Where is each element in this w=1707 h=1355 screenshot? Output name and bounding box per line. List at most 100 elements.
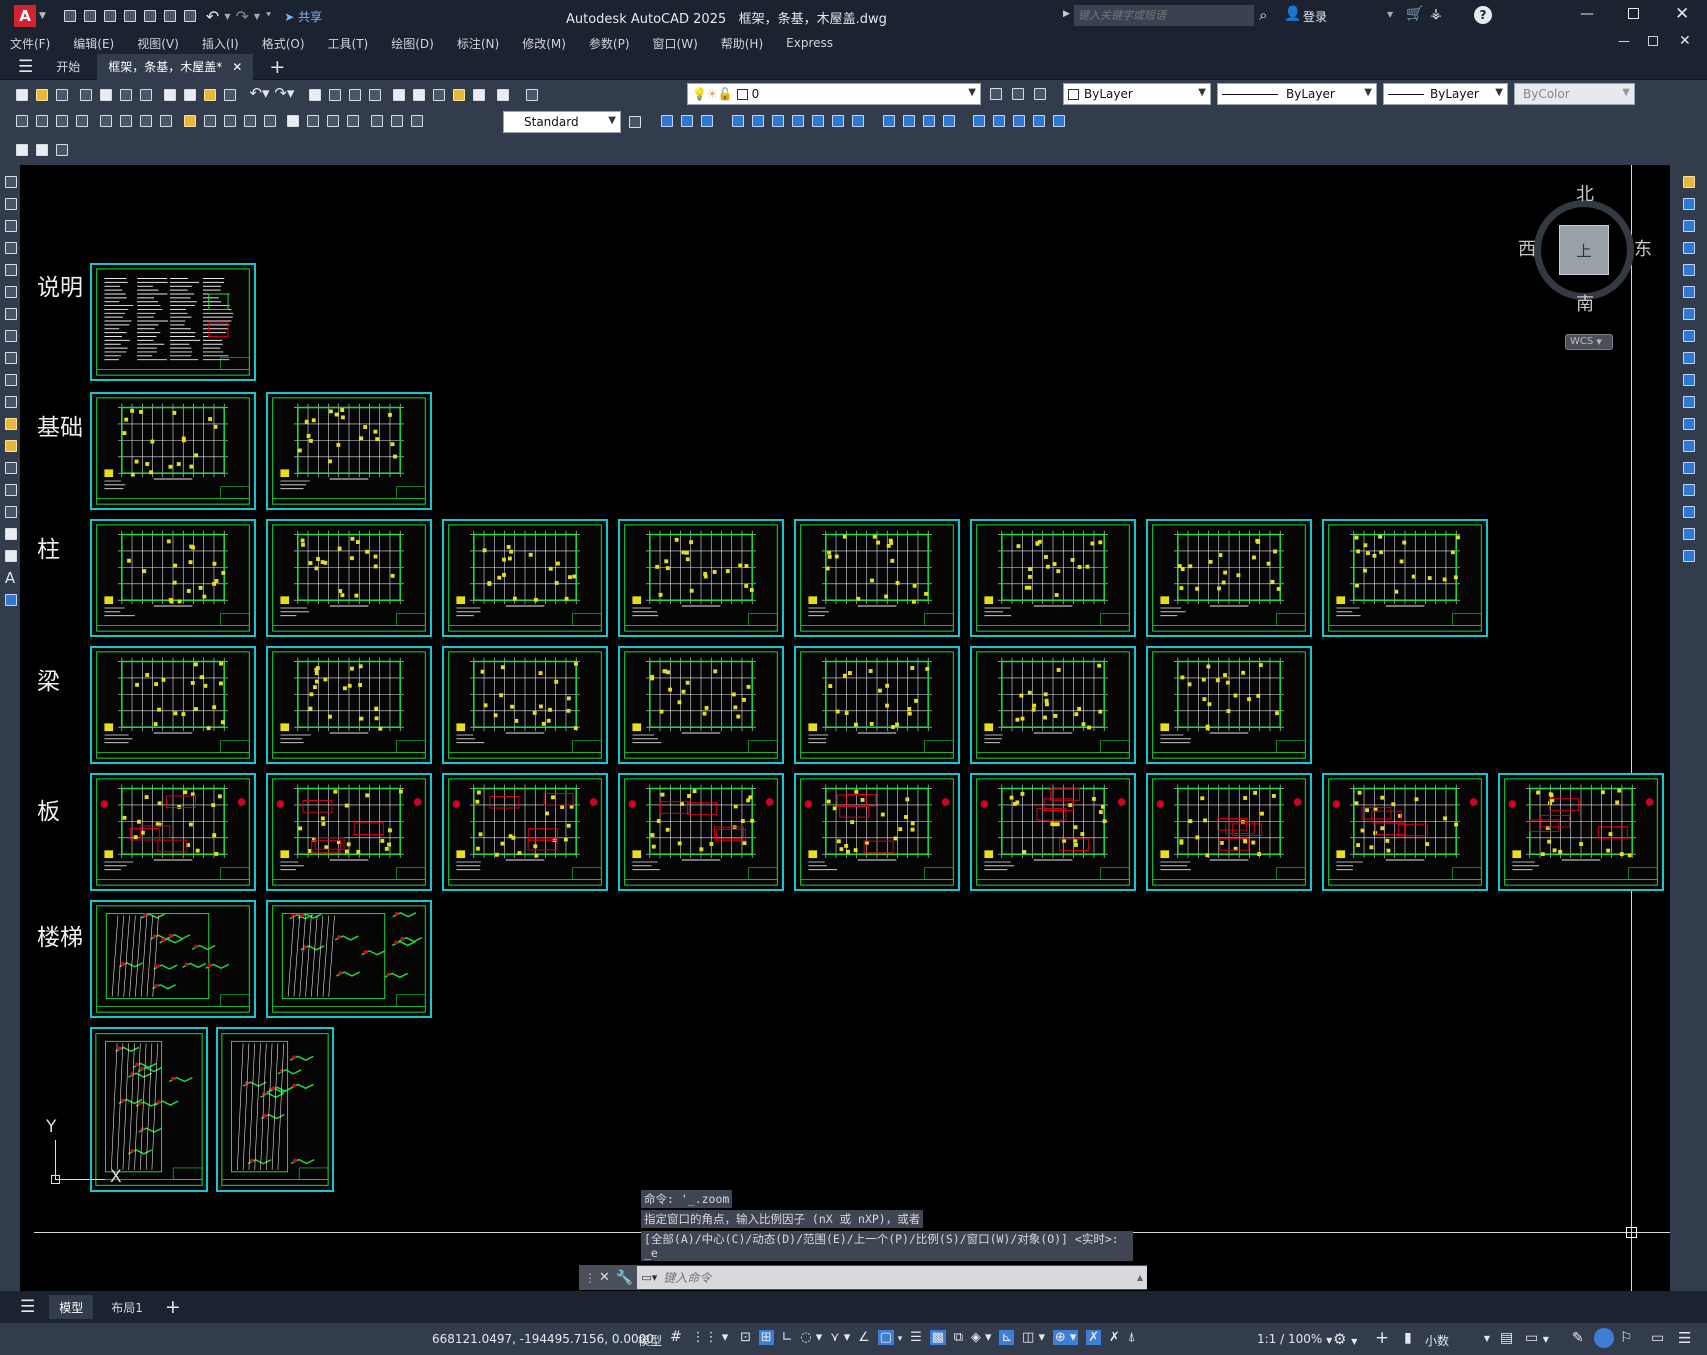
- drawing-sheet[interactable]: [794, 519, 960, 637]
- drawing-sheet[interactable]: [1146, 646, 1312, 764]
- linetype-dropdown[interactable]: ByLayer ▼: [1217, 83, 1377, 105]
- break-icon[interactable]: [900, 112, 918, 130]
- workspace-gear-icon[interactable]: ⚙ ▼: [1333, 1330, 1357, 1348]
- tool-palettes-icon[interactable]: [430, 86, 448, 104]
- transparency-icon[interactable]: ▩: [929, 1330, 946, 1345]
- drawing-sheet[interactable]: [1146, 519, 1312, 637]
- app-logo[interactable]: A: [14, 5, 36, 27]
- paste-icon[interactable]: [201, 86, 219, 104]
- drawing-sheet[interactable]: [794, 646, 960, 764]
- rotate-side-icon[interactable]: [1680, 305, 1698, 323]
- drawing-sheet[interactable]: [970, 773, 1136, 891]
- layer-previous-icon[interactable]: [1009, 85, 1027, 103]
- object-snap-icon[interactable]: ▢: [877, 1330, 894, 1345]
- isolate-objects-icon[interactable]: ✎: [1572, 1330, 1584, 1346]
- drawing-sheet[interactable]: [90, 263, 256, 381]
- open-file-icon[interactable]: [33, 86, 51, 104]
- new-icon[interactable]: [61, 7, 79, 25]
- aligned-dim-icon[interactable]: [33, 112, 51, 130]
- qnew-icon[interactable]: [13, 86, 31, 104]
- share-button[interactable]: ➤ 共享: [284, 8, 322, 25]
- erase-side-icon[interactable]: [1680, 173, 1698, 191]
- calculator-icon[interactable]: [470, 86, 488, 104]
- publish-icon[interactable]: [117, 86, 135, 104]
- plotstyle-dropdown[interactable]: ByColor ▼: [1514, 83, 1635, 105]
- open-web-icon[interactable]: [141, 7, 159, 25]
- revcloud-icon[interactable]: [2, 327, 20, 345]
- drawing-canvas[interactable]: 说明 基础 柱 梁 板 楼梯 上 北 南 西 东 WCS ▼ Y X 命令: '…: [20, 165, 1670, 1291]
- maximize-icon[interactable]: [1628, 8, 1639, 19]
- 3d-osnap-icon[interactable]: ◈ ▾: [971, 1330, 992, 1345]
- offset-icon[interactable]: [729, 112, 747, 130]
- viewcube-face-top[interactable]: 上: [1559, 225, 1609, 275]
- drawing-sheet[interactable]: [90, 773, 256, 891]
- drawing-sheet[interactable]: [90, 392, 256, 510]
- zoom-window-icon[interactable]: [346, 86, 364, 104]
- break-point-side-icon[interactable]: [1680, 415, 1698, 433]
- help-icon[interactable]: ?: [1474, 6, 1492, 24]
- drawing-sheet[interactable]: [1322, 519, 1488, 637]
- coordinates-display[interactable]: 668121.0497, -194495.7156, 0.0000: [432, 1332, 654, 1346]
- stretch-side-icon[interactable]: [1680, 349, 1698, 367]
- quick-properties-icon[interactable]: ▤: [1500, 1330, 1513, 1346]
- search-input[interactable]: [1074, 5, 1254, 26]
- explode-side-icon[interactable]: [1680, 547, 1698, 565]
- chamfer-side-icon[interactable]: [1680, 481, 1698, 499]
- dimstyle-icon[interactable]: [626, 113, 644, 131]
- command-close-icon[interactable]: ✕: [599, 1270, 610, 1285]
- tab-layout1[interactable]: 布局1: [101, 1295, 153, 1319]
- drawing-sheet[interactable]: [442, 773, 608, 891]
- drawing-sheet[interactable]: [90, 900, 256, 1018]
- menu-dimension[interactable]: 标注(N): [457, 35, 499, 52]
- drawing-sheet[interactable]: [794, 773, 960, 891]
- customization-icon[interactable]: ☰: [1678, 1329, 1691, 1347]
- hamburger-menu-icon[interactable]: ☰: [18, 57, 33, 77]
- dim-edit-icon[interactable]: [368, 112, 386, 130]
- close-icon[interactable]: ✕: [1675, 4, 1689, 24]
- drawing-sheet[interactable]: [90, 646, 256, 764]
- extend-side-icon[interactable]: [1680, 393, 1698, 411]
- ordinate-icon[interactable]: [73, 112, 91, 130]
- dim-break-icon[interactable]: [261, 112, 279, 130]
- circle-icon[interactable]: [2, 305, 20, 323]
- open-icon[interactable]: [81, 7, 99, 25]
- dynamic-input-icon[interactable]: ⊞: [758, 1330, 774, 1345]
- make-current-layer-icon[interactable]: [987, 85, 1005, 103]
- rotate-icon[interactable]: [789, 112, 807, 130]
- dynamic-ucs-icon[interactable]: ⊾: [999, 1330, 1015, 1345]
- annotation-scale-dropdown[interactable]: 1:1 / 100% ▼: [1257, 1332, 1332, 1346]
- copy-side-icon[interactable]: [1680, 195, 1698, 213]
- autodesk-a360-icon[interactable]: ⚶: [1430, 6, 1442, 22]
- layer-properties-icon[interactable]: [523, 86, 541, 104]
- color-dropdown[interactable]: ByLayer ▼: [1063, 83, 1211, 105]
- sheet-set-icon[interactable]: [450, 86, 468, 104]
- inspection-icon[interactable]: [324, 112, 342, 130]
- radius-icon[interactable]: [97, 112, 115, 130]
- tab-model[interactable]: 模型: [49, 1295, 94, 1319]
- tab-close-icon[interactable]: ✕: [232, 60, 242, 74]
- jogged-linear-icon[interactable]: [344, 112, 362, 130]
- save-as-icon[interactable]: [121, 7, 139, 25]
- search-arrow-icon[interactable]: ▶: [1063, 9, 1070, 19]
- tolerance-icon[interactable]: [284, 112, 302, 130]
- drawing-sheet[interactable]: [90, 519, 256, 637]
- tab-start[interactable]: 开始: [45, 54, 91, 80]
- save-web-icon[interactable]: [161, 7, 179, 25]
- gradient-icon[interactable]: [2, 503, 20, 521]
- user-icon[interactable]: 👤: [1284, 6, 1301, 22]
- compass-north[interactable]: 北: [1576, 180, 1594, 206]
- zoom-previous-icon[interactable]: [366, 86, 384, 104]
- drawing-sheet[interactable]: [1146, 773, 1312, 891]
- drawing-sheet[interactable]: [1322, 773, 1488, 891]
- snap-icon[interactable]: ⋮⋮ ▾: [692, 1330, 729, 1345]
- menu-insert[interactable]: 插入(I): [202, 35, 239, 52]
- linear-dim-icon[interactable]: [13, 112, 31, 130]
- preview-icon[interactable]: [97, 86, 115, 104]
- compass-west[interactable]: 西: [1518, 235, 1536, 261]
- menu-view[interactable]: 视图(V): [137, 35, 179, 52]
- polyline-icon[interactable]: [2, 217, 20, 235]
- jogged-icon[interactable]: [117, 112, 135, 130]
- print-icon[interactable]: [77, 86, 95, 104]
- move-side-icon[interactable]: [1680, 283, 1698, 301]
- command-customize-icon[interactable]: 🔧: [616, 1270, 633, 1286]
